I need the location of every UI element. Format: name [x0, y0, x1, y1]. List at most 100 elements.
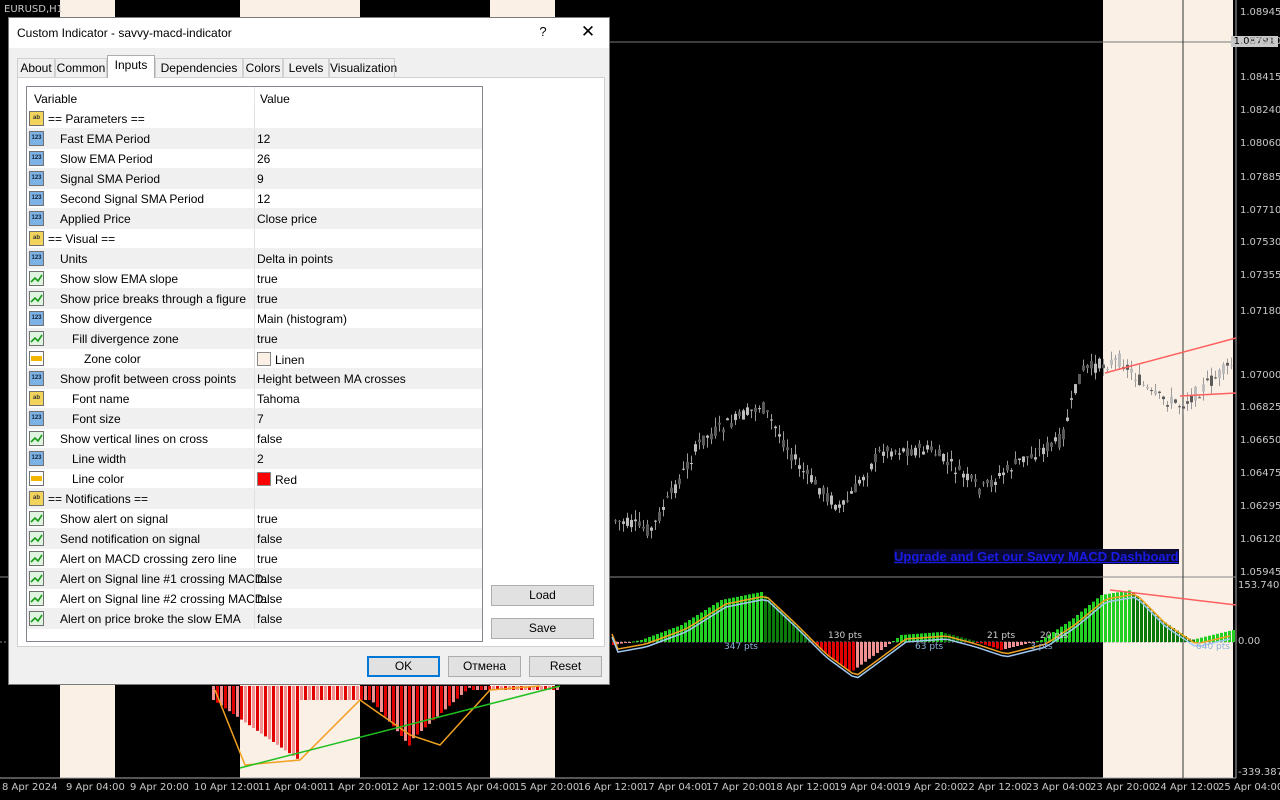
value-cell[interactable]	[254, 109, 255, 128]
value-cell[interactable]	[254, 609, 255, 628]
upgrade-link[interactable]: Upgrade and Get our Savvy MACD Dashboard	[894, 549, 1179, 564]
param-row[interactable]: Show vertical lines on cross false	[27, 429, 482, 449]
param-row[interactable]: 123 Units Delta in points	[27, 249, 482, 269]
param-row[interactable]: Alert on MACD crossing zero line true	[27, 549, 482, 569]
param-value[interactable]: 12	[257, 132, 270, 146]
param-row[interactable]: 123 Line width 2	[27, 449, 482, 469]
help-button[interactable]: ?	[531, 24, 555, 42]
value-cell[interactable]	[254, 569, 255, 588]
param-value[interactable]: 2	[257, 452, 264, 466]
param-row[interactable]: Show slow EMA slope true	[27, 269, 482, 289]
value-cell[interactable]	[254, 169, 255, 188]
param-row[interactable]: 123 Font size 7	[27, 409, 482, 429]
cancel-button[interactable]: Отмена	[448, 656, 521, 677]
param-row[interactable]: ab == Notifications ==	[27, 489, 482, 509]
value-cell[interactable]	[254, 329, 255, 348]
param-row[interactable]: Line color Red	[27, 469, 482, 489]
value-cell[interactable]	[254, 409, 255, 428]
param-value[interactable]: 26	[257, 152, 270, 166]
param-value[interactable]: 12	[257, 192, 270, 206]
value-cell[interactable]	[254, 269, 255, 288]
param-value[interactable]: 9	[257, 172, 264, 186]
save-button[interactable]: Save	[491, 618, 594, 639]
param-value[interactable]: false	[257, 572, 282, 586]
param-row[interactable]: ab == Visual ==	[27, 229, 482, 249]
param-row[interactable]: 123 Show divergence Main (histogram)	[27, 309, 482, 329]
value-cell[interactable]	[254, 349, 255, 368]
value-cell[interactable]	[254, 449, 255, 468]
param-row[interactable]: Show alert on signal true	[27, 509, 482, 529]
param-value[interactable]: true	[257, 332, 278, 346]
param-row[interactable]: ab == Parameters ==	[27, 109, 482, 129]
value-cell[interactable]	[254, 209, 255, 228]
param-row[interactable]: Zone color Linen	[27, 349, 482, 369]
param-row[interactable]: Send notification on signal false	[27, 529, 482, 549]
param-row[interactable]: Alert on price broke the slow EMA false	[27, 609, 482, 629]
candle-body	[1038, 448, 1041, 450]
param-row[interactable]: Alert on Signal line #1 crossing MACD...…	[27, 569, 482, 589]
value-cell[interactable]	[254, 489, 255, 508]
param-row[interactable]: Show price breaks through a figure true	[27, 289, 482, 309]
value-cell[interactable]	[254, 189, 255, 208]
value-cell[interactable]	[254, 509, 255, 528]
param-row[interactable]: 123 Applied Price Close price	[27, 209, 482, 229]
value-cell[interactable]	[254, 549, 255, 568]
param-value-text: Close price	[257, 212, 318, 226]
tab-about[interactable]: About	[17, 58, 55, 77]
param-row[interactable]: 123 Second Signal SMA Period 12	[27, 189, 482, 209]
value-cell[interactable]	[254, 469, 255, 488]
param-value[interactable]: true	[257, 512, 278, 526]
param-value[interactable]: Tahoma	[257, 392, 300, 406]
param-value[interactable]: false	[257, 612, 282, 626]
reset-button[interactable]: Reset	[529, 656, 602, 677]
param-value[interactable]: false	[257, 432, 282, 446]
param-row[interactable]: 123 Show profit between cross points Heigh…	[27, 369, 482, 389]
tab-inputs[interactable]: Inputs	[107, 55, 155, 78]
param-value[interactable]: 7	[257, 412, 264, 426]
close-icon[interactable]: ✕	[575, 22, 601, 44]
param-value[interactable]: false	[257, 592, 282, 606]
column-variable[interactable]: Variable	[34, 92, 77, 106]
tab-common[interactable]: Common	[55, 58, 107, 77]
value-cell[interactable]	[254, 249, 255, 268]
value-cell[interactable]	[254, 289, 255, 308]
value-cell[interactable]	[254, 589, 255, 608]
value-cell[interactable]	[254, 149, 255, 168]
param-row[interactable]: Fill divergence zone true	[27, 329, 482, 349]
ok-button[interactable]: OK	[367, 656, 440, 677]
value-cell[interactable]	[254, 529, 255, 548]
param-value[interactable]: Red	[257, 472, 297, 487]
value-cell[interactable]	[254, 429, 255, 448]
param-value[interactable]: true	[257, 272, 278, 286]
param-value[interactable]: Main (histogram)	[257, 312, 347, 326]
dialog-titlebar[interactable]: Custom Indicator - savvy-macd-indicator …	[9, 18, 609, 48]
param-value[interactable]: true	[257, 292, 278, 306]
histogram-bar	[768, 599, 771, 642]
value-cell[interactable]	[254, 229, 255, 248]
column-value[interactable]: Value	[260, 92, 290, 106]
param-row[interactable]: ab Font name Tahoma	[27, 389, 482, 409]
tab-levels[interactable]: Levels	[283, 58, 329, 77]
param-row[interactable]: 123 Fast EMA Period 12	[27, 129, 482, 149]
value-cell[interactable]	[254, 369, 255, 388]
price-label: 1.08060	[1240, 138, 1280, 149]
value-cell[interactable]	[254, 309, 255, 328]
tab-colors[interactable]: Colors	[243, 58, 283, 77]
param-row[interactable]: 123 Signal SMA Period 9	[27, 169, 482, 189]
value-cell[interactable]	[254, 389, 255, 408]
param-value[interactable]: true	[257, 552, 278, 566]
histogram-bar	[328, 686, 331, 700]
value-cell[interactable]	[254, 129, 255, 148]
param-value[interactable]: Close price	[257, 212, 317, 226]
param-value[interactable]: Linen	[257, 352, 304, 367]
param-value[interactable]: false	[257, 532, 282, 546]
tab-visualization[interactable]: Visualization	[329, 58, 397, 77]
param-value[interactable]: Delta in points	[257, 252, 333, 266]
load-button[interactable]: Load	[491, 585, 594, 606]
param-value[interactable]: Height between MA crosses	[257, 372, 406, 386]
inputs-grid[interactable]: Variable Value ab == Parameters == 123 Fast…	[26, 86, 483, 642]
param-row[interactable]: 123 Slow EMA Period 26	[27, 149, 482, 169]
candle-body	[646, 524, 649, 536]
param-row[interactable]: Alert on Signal line #2 crossing MACD...…	[27, 589, 482, 609]
tab-dependencies[interactable]: Dependencies	[155, 58, 243, 77]
